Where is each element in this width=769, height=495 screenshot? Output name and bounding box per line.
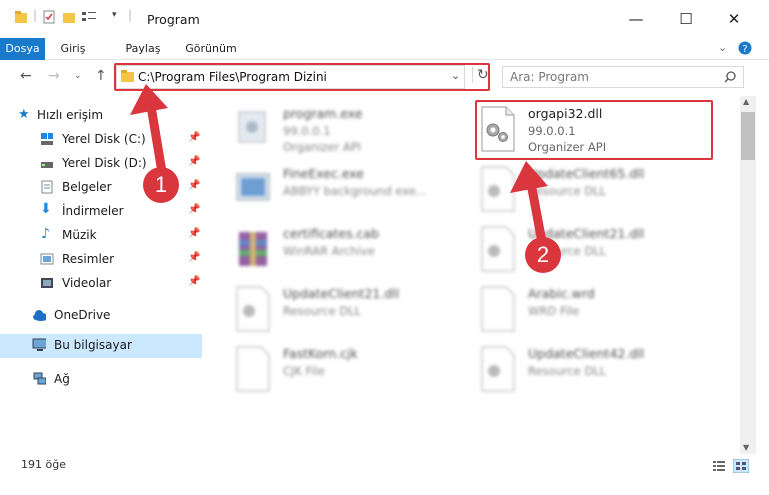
annotation-arrows [130, 84, 548, 243]
annotation-badge-1: 1 [143, 167, 179, 203]
tiles-view-icon[interactable] [733, 459, 749, 473]
annotation-badge-2: 2 [525, 237, 561, 273]
arrow-2-head [510, 161, 548, 193]
item-count: 191 öğe [21, 458, 66, 471]
status-bar [0, 455, 769, 475]
arrow-1-head [130, 84, 168, 115]
details-view-icon[interactable] [712, 460, 726, 472]
